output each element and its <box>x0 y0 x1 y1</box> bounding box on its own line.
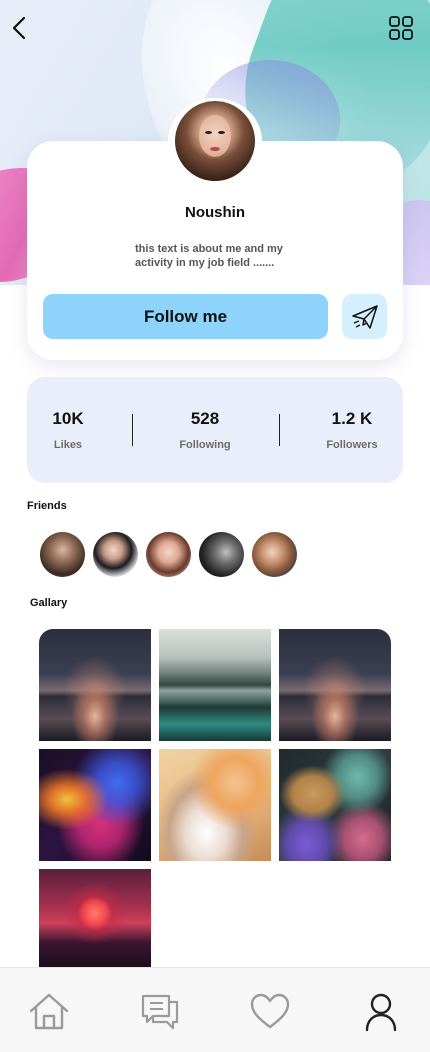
nav-favorites-button[interactable] <box>248 990 292 1034</box>
profile-bio: this text is about me and my activity in… <box>135 243 283 269</box>
gallery-photo[interactable] <box>279 629 391 741</box>
stat-divider <box>132 414 133 446</box>
chat-icon <box>141 994 179 1030</box>
send-message-button[interactable] <box>342 294 387 339</box>
gallery-photo[interactable] <box>279 749 391 861</box>
profile-name: Noushin <box>185 204 245 221</box>
friends-title: Friends <box>27 500 67 512</box>
gallery-title: Gallary <box>30 597 68 609</box>
stat-value: 1.2 K <box>331 409 373 428</box>
stat-label: Following <box>179 439 231 451</box>
menu-button[interactable] <box>388 15 414 41</box>
heart-icon <box>250 993 290 1029</box>
friend-avatar[interactable] <box>199 532 244 577</box>
stat-followers[interactable]: 1.2 K Followers <box>297 409 407 451</box>
grid-menu-icon <box>389 16 413 40</box>
send-icon <box>351 304 378 329</box>
gallery-photo[interactable] <box>39 869 151 967</box>
stat-following[interactable]: 528 Following <box>150 409 260 451</box>
stat-label: Likes <box>53 439 83 451</box>
gallery-photo[interactable] <box>39 749 151 861</box>
stat-label: Followers <box>326 439 378 451</box>
friend-avatar[interactable] <box>93 532 138 577</box>
nav-messages-button[interactable] <box>138 990 182 1034</box>
back-button[interactable] <box>8 14 34 42</box>
avatar-photo <box>175 101 255 181</box>
home-icon <box>29 993 69 1030</box>
stat-divider <box>279 414 280 446</box>
stat-likes[interactable]: 10K Likes <box>13 409 123 451</box>
follow-button[interactable]: Follow me <box>43 294 328 339</box>
friend-avatar[interactable] <box>252 532 297 577</box>
back-arrow-icon <box>12 16 26 40</box>
nav-home-button[interactable] <box>27 990 71 1034</box>
gallery-photo[interactable] <box>159 629 271 741</box>
gallery-photo[interactable] <box>159 749 271 861</box>
bottom-navigation <box>0 967 430 1052</box>
stat-value: 528 <box>190 409 220 428</box>
friend-avatar[interactable] <box>146 532 191 577</box>
nav-profile-button[interactable] <box>359 990 403 1034</box>
user-icon <box>365 993 397 1032</box>
friend-avatar[interactable] <box>40 532 85 577</box>
gallery-photo[interactable] <box>39 629 151 741</box>
stats-panel: 10K Likes 528 Following 1.2 K Followers <box>27 377 403 483</box>
stat-value: 10K <box>52 409 84 428</box>
profile-avatar[interactable] <box>168 98 262 184</box>
